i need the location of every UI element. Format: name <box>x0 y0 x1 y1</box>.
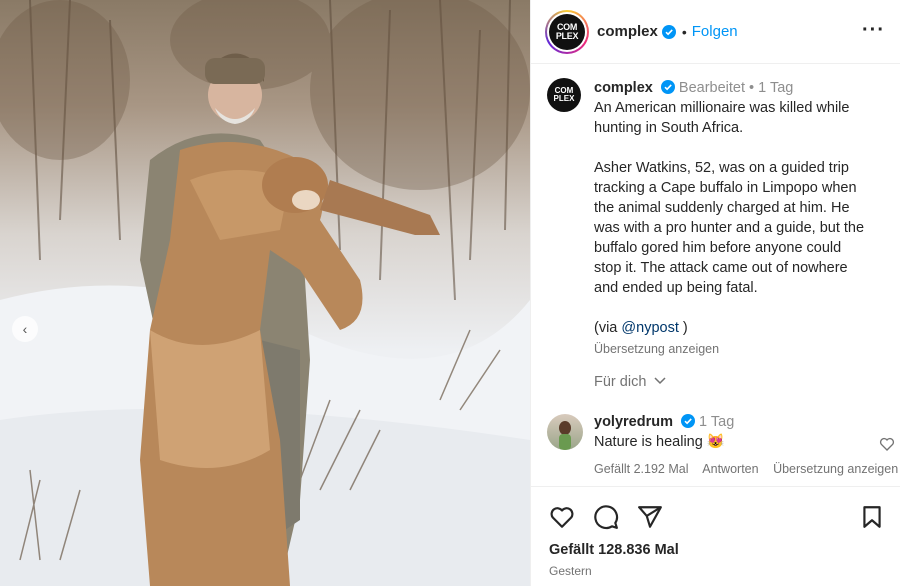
like-heart-icon[interactable] <box>549 504 575 530</box>
via-line: (via @nypost ) <box>594 320 688 336</box>
comment-text: Nature is healing 😻 <box>594 434 725 450</box>
caption-line: tracking a Cape buffalo in Limpopo when <box>594 180 857 196</box>
for-you-dropdown[interactable]: Für dich <box>594 374 666 390</box>
verified-badge-icon <box>661 24 676 39</box>
caption: COM PLEX complex Bearbeitet • 1 Tag An A… <box>547 78 892 359</box>
comment-timestamp[interactable]: 1 Tag <box>699 414 734 430</box>
comment-likes-count[interactable]: Gefällt 2.192 Mal <box>594 462 689 476</box>
post-header: COM PLEX complex • Folgen ··· <box>531 0 900 64</box>
complex-logo: COM PLEX <box>549 13 585 50</box>
comment-bubble-icon[interactable] <box>593 504 619 530</box>
verified-badge-icon <box>660 80 675 94</box>
separator-dot: • <box>681 23 687 40</box>
caption-username[interactable]: complex <box>594 80 653 96</box>
account-name-link[interactable]: complex <box>597 23 658 40</box>
comment-translate-button[interactable]: Übersetzung anzeigen <box>773 462 898 476</box>
post-likes-count[interactable]: Gefällt 128.836 Mal <box>549 542 679 558</box>
post-image[interactable]: ‹ <box>0 0 530 586</box>
action-bar: Gefällt 128.836 Mal Gestern <box>531 486 900 586</box>
edited-label: Bearbeitet <box>678 80 746 96</box>
caption-line: the animal suddenly charged at him. He <box>594 200 850 216</box>
more-options-icon[interactable]: ··· <box>862 20 885 40</box>
chevron-left-icon: ‹ <box>22 321 28 337</box>
account-avatar[interactable]: COM PLEX <box>545 9 589 54</box>
caption-avatar[interactable]: COM PLEX <box>547 78 581 112</box>
chevron-down-icon <box>654 377 666 385</box>
comment-item: yolyredrum 1 Tag Nature is healing 😻 Gef… <box>547 412 900 479</box>
post-sidebar: COM PLEX complex • Folgen ··· COM PLEX c… <box>530 0 900 586</box>
verified-badge-icon <box>681 414 696 428</box>
caption-line: Asher Watkins, 52, was on a guided trip <box>594 160 849 176</box>
commenter-username[interactable]: yolyredrum <box>594 414 673 430</box>
caption-line: was with a pro hunter and a guide, but t… <box>594 220 865 236</box>
caption-line: stop it. The attack came out of nowhere <box>594 260 848 276</box>
follow-button[interactable]: Folgen <box>692 23 738 40</box>
bookmark-save-icon[interactable] <box>859 504 885 530</box>
caption-line: and ended up being fatal. <box>594 280 758 296</box>
caption-line: hunting in South Africa. <box>594 120 744 136</box>
caption-line: buffalo gored him before anyone could <box>594 240 842 256</box>
caption-line: An American millionaire was killed while <box>594 100 850 116</box>
post-date[interactable]: Gestern <box>549 564 592 578</box>
comment-like-heart-icon[interactable] <box>879 436 895 452</box>
carousel-prev-button[interactable]: ‹ <box>12 316 38 342</box>
share-send-icon[interactable] <box>637 504 663 530</box>
reply-button[interactable]: Antworten <box>702 462 758 476</box>
show-translation-button[interactable]: Übersetzung anzeigen <box>594 339 892 359</box>
caption-timestamp[interactable]: 1 Tag <box>758 80 793 96</box>
photo-hunter-with-cougar <box>0 0 530 586</box>
mention-link[interactable]: @nypost <box>621 320 678 336</box>
commenter-avatar[interactable] <box>547 414 583 450</box>
cat-emoji-icon: 😻 <box>706 434 725 450</box>
